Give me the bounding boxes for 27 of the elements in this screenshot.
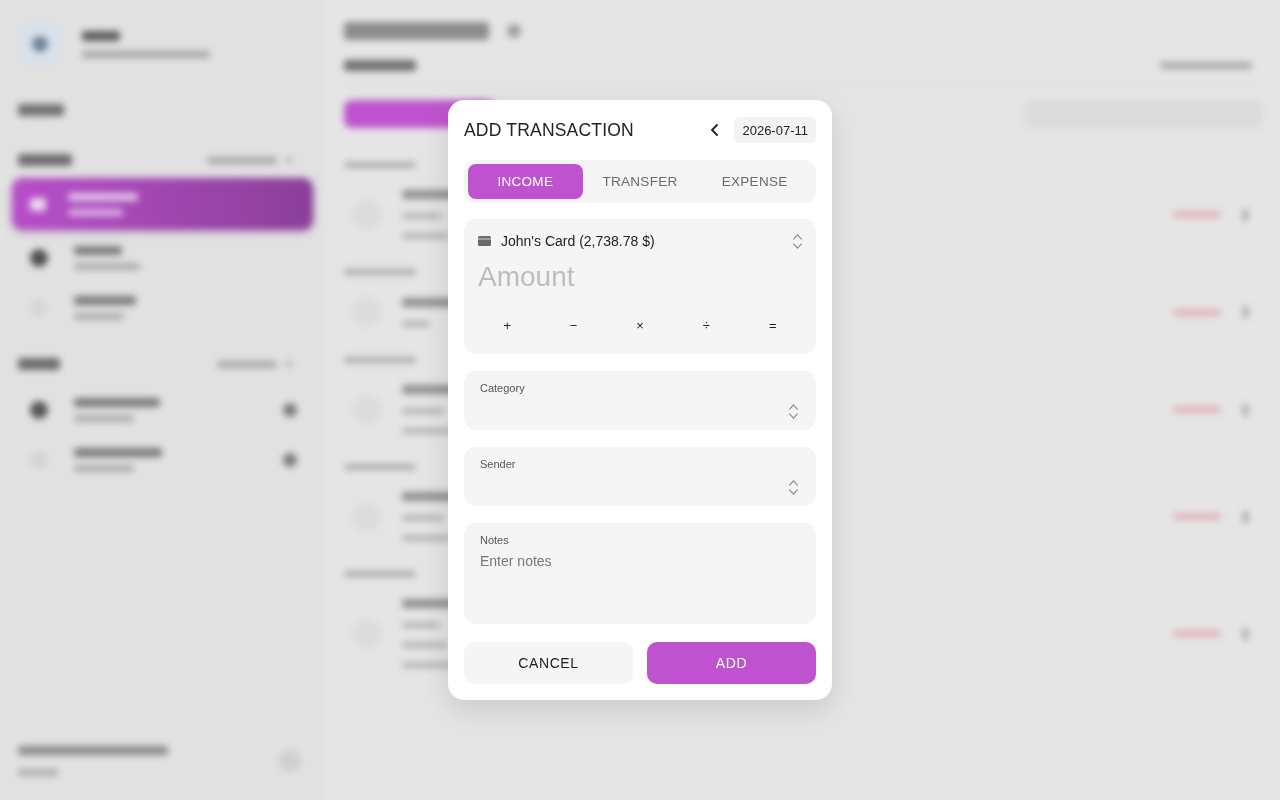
cancel-button[interactable]: CANCEL xyxy=(464,642,633,684)
operator-button[interactable]: × xyxy=(628,311,652,339)
account-select[interactable]: John's Card (2,738.78 $) xyxy=(478,229,802,253)
type-tab[interactable]: TRANSFER xyxy=(582,164,698,199)
notes-field[interactable]: Notes Enter notes xyxy=(464,523,816,624)
card-icon xyxy=(478,236,491,246)
amount-input[interactable]: Amount xyxy=(478,257,802,297)
up-down-chevron-icon xyxy=(789,404,798,419)
operator-button[interactable]: − xyxy=(561,311,586,339)
dialog-title: ADD TRANSACTION xyxy=(464,119,634,141)
add-button[interactable]: ADD xyxy=(647,642,816,684)
field-label: Category xyxy=(480,381,525,395)
operator-button[interactable]: ÷ xyxy=(694,311,718,339)
up-down-chevron-icon xyxy=(789,480,798,495)
type-tab[interactable]: EXPENSE xyxy=(697,164,812,199)
date-button[interactable]: 2026-07-11 xyxy=(734,117,816,143)
up-down-chevron-icon xyxy=(793,233,802,249)
notes-text-area[interactable]: Enter notes xyxy=(480,551,798,614)
amount-panel[interactable]: John's Card (2,738.78 $) Amount + − × ÷ = xyxy=(464,219,816,354)
type-tab[interactable]: INCOME xyxy=(468,164,583,199)
chevron-left-icon xyxy=(711,124,719,136)
select-field[interactable]: Category xyxy=(464,371,816,430)
select-field[interactable]: Sender xyxy=(464,447,816,506)
field-label: Sender xyxy=(480,457,516,471)
field-label: Notes xyxy=(480,533,509,547)
operator-button[interactable]: + xyxy=(495,311,519,339)
operator-button[interactable]: = xyxy=(761,311,785,339)
